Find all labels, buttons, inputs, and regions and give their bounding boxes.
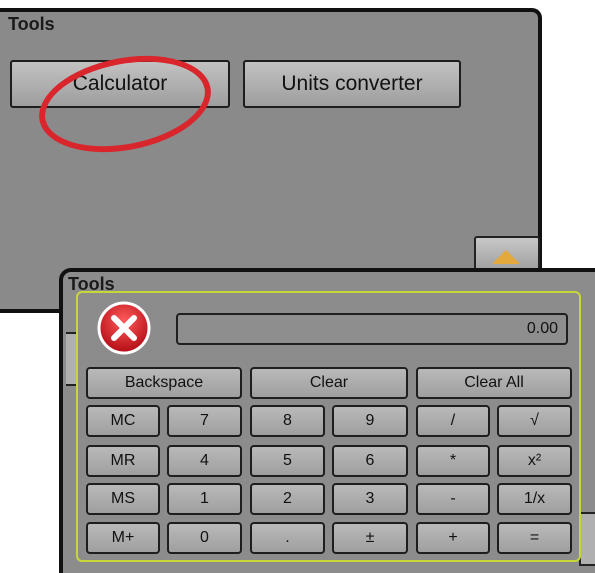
key-9[interactable]: 9 — [332, 405, 408, 437]
key-mr[interactable]: MR — [86, 445, 160, 477]
units-converter-button[interactable]: Units converter — [243, 60, 461, 108]
key-8[interactable]: 8 — [250, 405, 325, 437]
calculator-display: 0.00 — [176, 313, 568, 345]
key-mc[interactable]: MC — [86, 405, 160, 437]
key-equals[interactable]: = — [497, 522, 572, 554]
key-sqrt[interactable]: √ — [497, 405, 572, 437]
key-square[interactable]: x² — [497, 445, 572, 477]
key-multiply[interactable]: * — [416, 445, 490, 477]
window-title: Tools — [8, 14, 55, 34]
arrow-up-icon — [492, 250, 520, 264]
key-2[interactable]: 2 — [250, 483, 325, 515]
key-1[interactable]: 1 — [167, 483, 242, 515]
key-add[interactable]: + — [416, 522, 490, 554]
key-m-plus[interactable]: M+ — [86, 522, 160, 554]
key-4[interactable]: 4 — [167, 445, 242, 477]
backspace-button[interactable]: Backspace — [86, 367, 242, 399]
clear-all-button[interactable]: Clear All — [416, 367, 572, 399]
key-6[interactable]: 6 — [332, 445, 408, 477]
key-7[interactable]: 7 — [167, 405, 242, 437]
close-button[interactable] — [96, 300, 152, 356]
hidden-button-right — [579, 512, 595, 566]
key-subtract[interactable]: - — [416, 483, 490, 515]
key-plus-minus[interactable]: ± — [332, 522, 408, 554]
key-reciprocal[interactable]: 1/x — [497, 483, 572, 515]
key-3[interactable]: 3 — [332, 483, 408, 515]
key-5[interactable]: 5 — [250, 445, 325, 477]
calculator-button[interactable]: Calculator — [10, 60, 230, 108]
key-divide[interactable]: / — [416, 405, 490, 437]
key-decimal[interactable]: . — [250, 522, 325, 554]
clear-button[interactable]: Clear — [250, 367, 408, 399]
key-0[interactable]: 0 — [167, 522, 242, 554]
close-icon — [97, 301, 151, 355]
key-ms[interactable]: MS — [86, 483, 160, 515]
